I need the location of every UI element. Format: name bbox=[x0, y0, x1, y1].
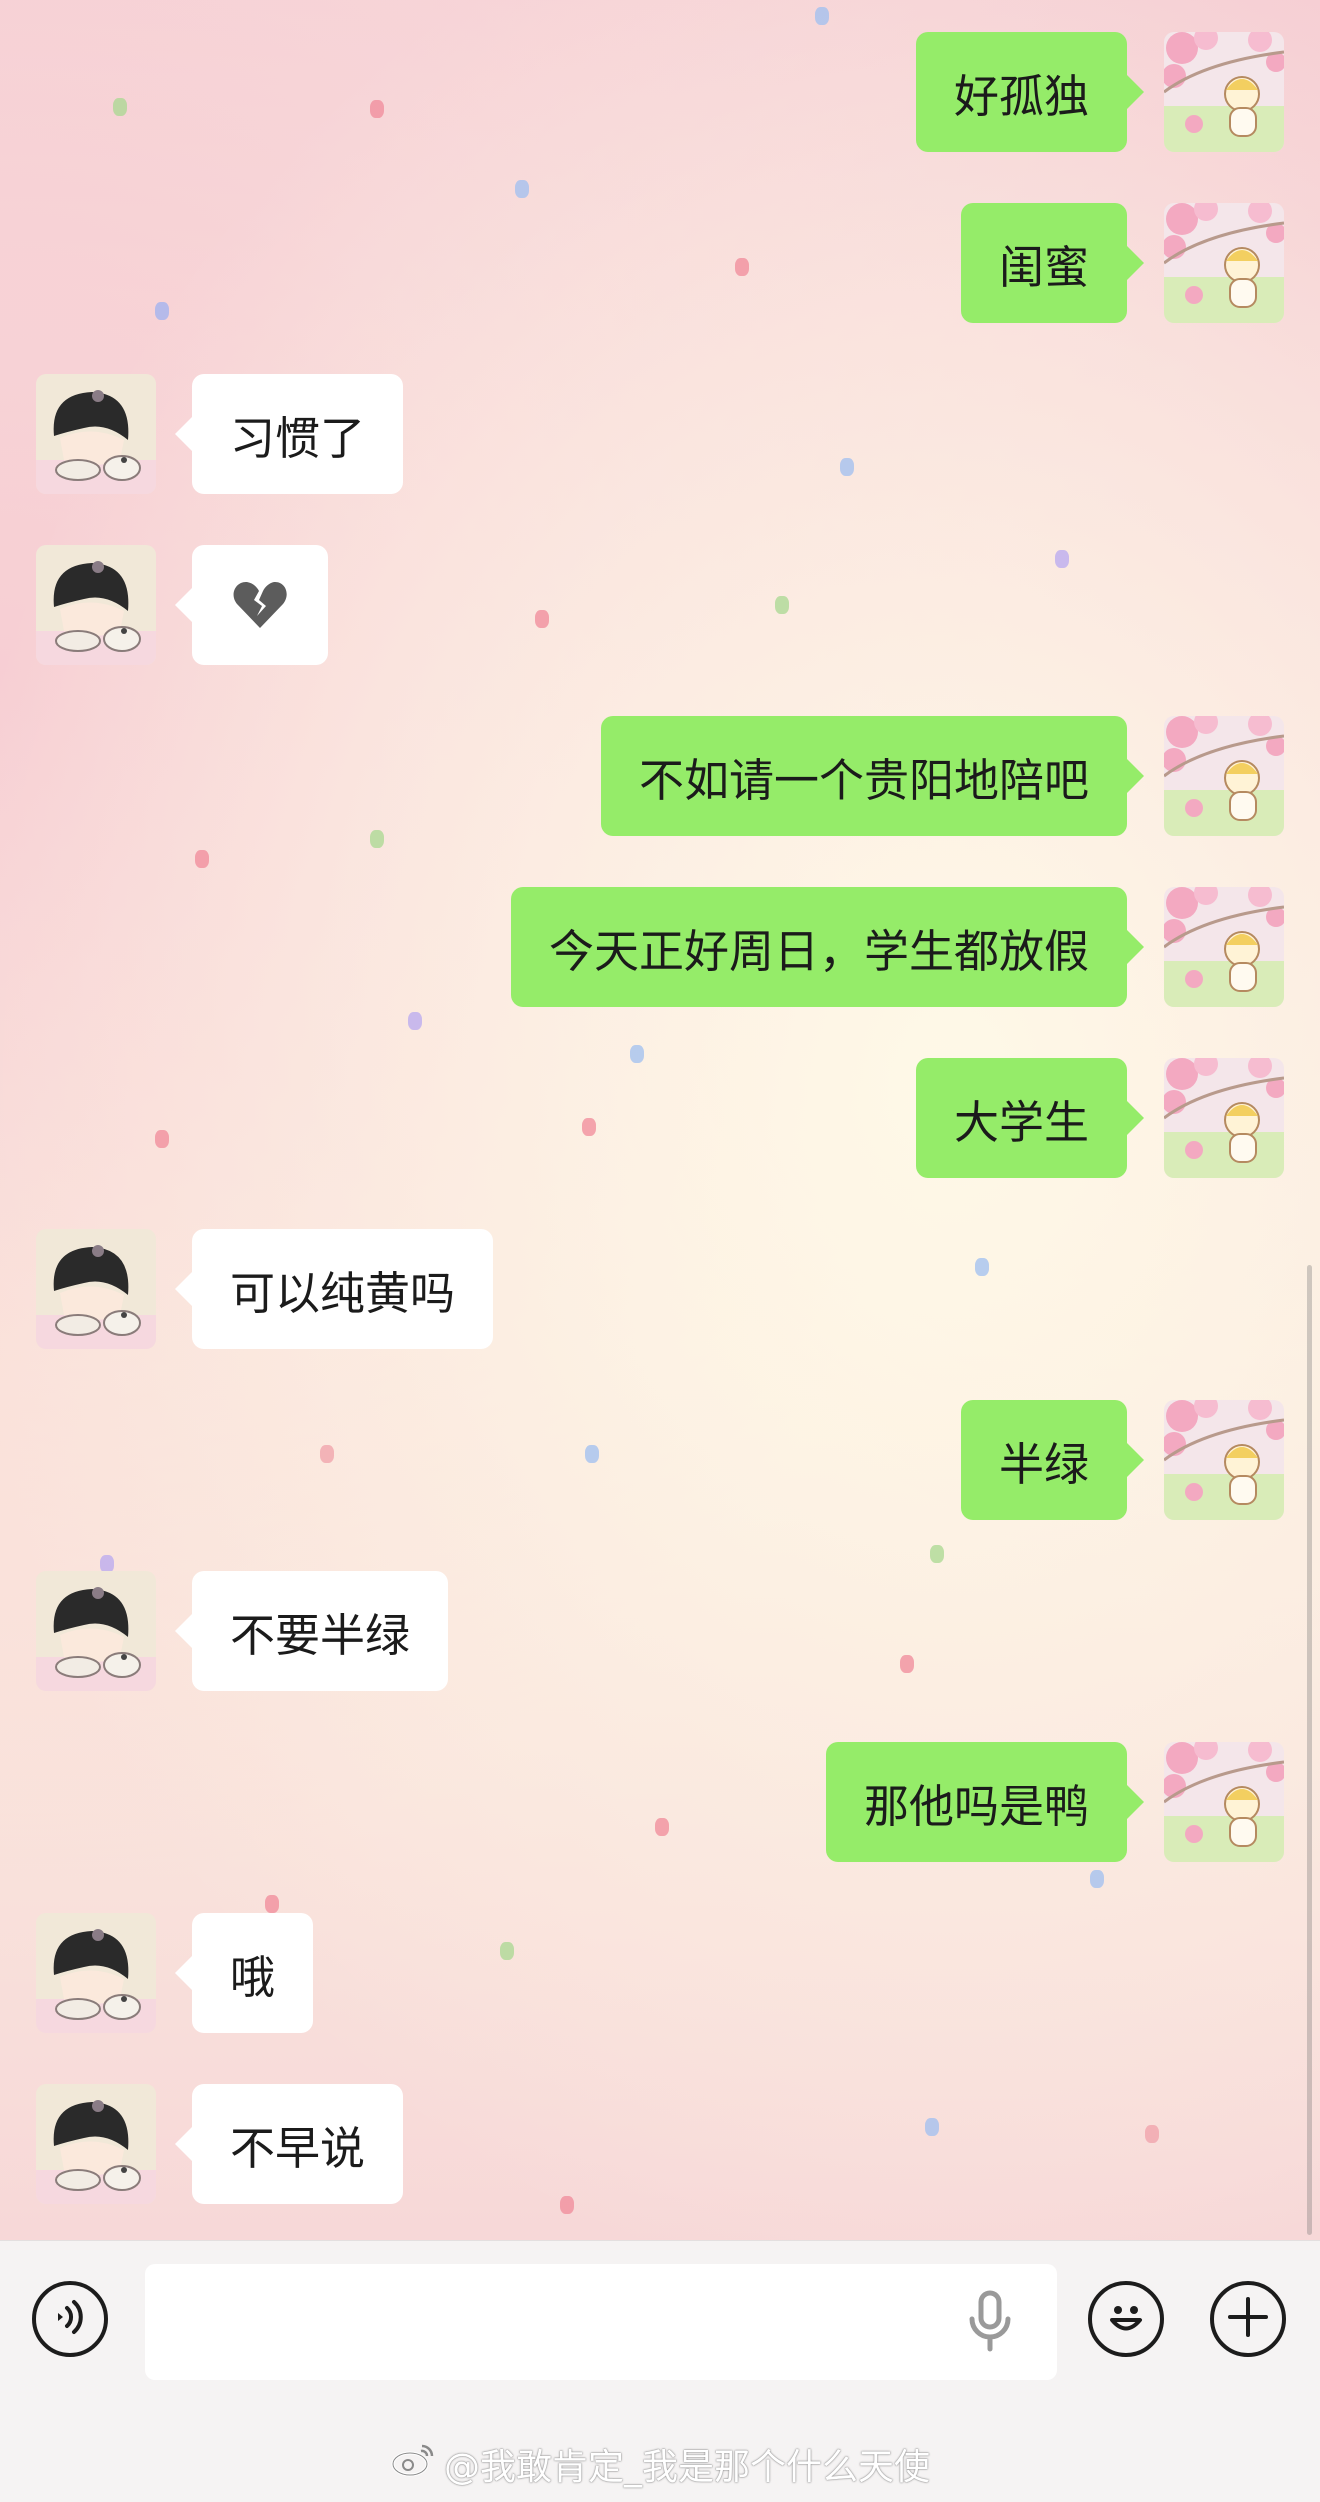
message-text: 半绿 bbox=[998, 1437, 1089, 1491]
message-row: 今天正好周日，学生都放假 bbox=[0, 887, 1320, 1007]
message-row: 闺蜜 bbox=[0, 203, 1320, 323]
message-text: 可以纯黄吗 bbox=[230, 1266, 456, 1320]
message-row: 不要半绿 bbox=[0, 1571, 1320, 1691]
voice-mode-button[interactable] bbox=[32, 2281, 108, 2357]
self-avatar[interactable] bbox=[1164, 1058, 1284, 1178]
more-button[interactable] bbox=[1210, 2281, 1286, 2357]
emoji-button[interactable] bbox=[1088, 2281, 1164, 2357]
contact-avatar[interactable] bbox=[36, 374, 156, 494]
self-avatar[interactable] bbox=[1164, 32, 1284, 152]
contact-avatar[interactable] bbox=[36, 545, 156, 665]
watermark: @我敢肯定_我是那个什么天使 bbox=[0, 2438, 1320, 2490]
message-row: 习惯了 bbox=[0, 374, 1320, 494]
message-text: 今天正好周日，学生都放假 bbox=[548, 924, 1089, 978]
message-bubble-sent[interactable]: 那他吗是鸭 bbox=[825, 1742, 1145, 1862]
message-text: 不如请一个贵阳地陪吧 bbox=[638, 753, 1089, 807]
message-row: 可以纯黄吗 bbox=[0, 1229, 1320, 1349]
message-bubble-received[interactable]: 不早说 bbox=[174, 2084, 404, 2204]
message-bubble-sent[interactable]: 今天正好周日，学生都放假 bbox=[510, 887, 1145, 1007]
message-text: 不早说 bbox=[230, 2121, 366, 2175]
scrollbar[interactable] bbox=[1307, 1265, 1312, 2235]
self-avatar[interactable] bbox=[1164, 887, 1284, 1007]
plus-icon bbox=[1226, 2295, 1270, 2343]
weibo-icon bbox=[390, 2442, 436, 2487]
message-text: 大学生 bbox=[953, 1095, 1089, 1149]
self-avatar[interactable] bbox=[1164, 203, 1284, 323]
contact-avatar[interactable] bbox=[36, 2084, 156, 2204]
contact-avatar[interactable] bbox=[36, 1229, 156, 1349]
message-row: 不早说 bbox=[0, 2084, 1320, 2204]
message-text: 哦 bbox=[230, 1950, 276, 2004]
message-input[interactable] bbox=[145, 2264, 1057, 2380]
emoji-icon bbox=[1102, 2293, 1150, 2345]
message-bubble-received[interactable]: 可以纯黄吗 bbox=[174, 1229, 494, 1349]
contact-avatar[interactable] bbox=[36, 1913, 156, 2033]
message-bubble-sent[interactable]: 闺蜜 bbox=[960, 203, 1145, 323]
message-bubble-received[interactable]: 不要半绿 bbox=[174, 1571, 449, 1691]
message-text: 不要半绿 bbox=[230, 1608, 411, 1662]
message-bubble-received[interactable]: 哦 bbox=[174, 1913, 314, 2033]
message-row: 好孤独 bbox=[0, 32, 1320, 152]
message-row bbox=[0, 545, 1320, 665]
watermark-text: @我敢肯定_我是那个什么天使 bbox=[443, 2447, 930, 2488]
contact-avatar[interactable] bbox=[36, 1571, 156, 1691]
message-row: 半绿 bbox=[0, 1400, 1320, 1520]
message-bubble-sent[interactable]: 好孤独 bbox=[915, 32, 1145, 152]
message-bubble-sent[interactable]: 半绿 bbox=[960, 1400, 1145, 1520]
message-bubble-received[interactable] bbox=[175, 545, 328, 665]
broken-heart-icon bbox=[232, 580, 288, 630]
mic-icon[interactable] bbox=[960, 2287, 1020, 2357]
message-text: 习惯了 bbox=[230, 411, 366, 465]
message-bubble-received[interactable]: 习惯了 bbox=[174, 374, 404, 494]
chat-area[interactable]: 好孤独 闺蜜 习惯了 不如请一个贵阳地陪吧 今天正好周日，学生都放假 大学生 可… bbox=[0, 0, 1320, 2240]
self-avatar[interactable] bbox=[1164, 716, 1284, 836]
self-avatar[interactable] bbox=[1164, 1400, 1284, 1520]
message-row: 不如请一个贵阳地陪吧 bbox=[0, 716, 1320, 836]
message-text: 好孤独 bbox=[953, 69, 1089, 123]
message-bubble-sent[interactable]: 大学生 bbox=[915, 1058, 1145, 1178]
message-bubble-sent[interactable]: 不如请一个贵阳地陪吧 bbox=[600, 716, 1145, 836]
self-avatar[interactable] bbox=[1164, 1742, 1284, 1862]
message-row: 大学生 bbox=[0, 1058, 1320, 1178]
message-row: 哦 bbox=[0, 1913, 1320, 2033]
message-row: 那他吗是鸭 bbox=[0, 1742, 1320, 1862]
message-text: 闺蜜 bbox=[998, 240, 1089, 294]
voice-mode-icon bbox=[50, 2297, 90, 2341]
message-text: 那他吗是鸭 bbox=[863, 1779, 1089, 1833]
